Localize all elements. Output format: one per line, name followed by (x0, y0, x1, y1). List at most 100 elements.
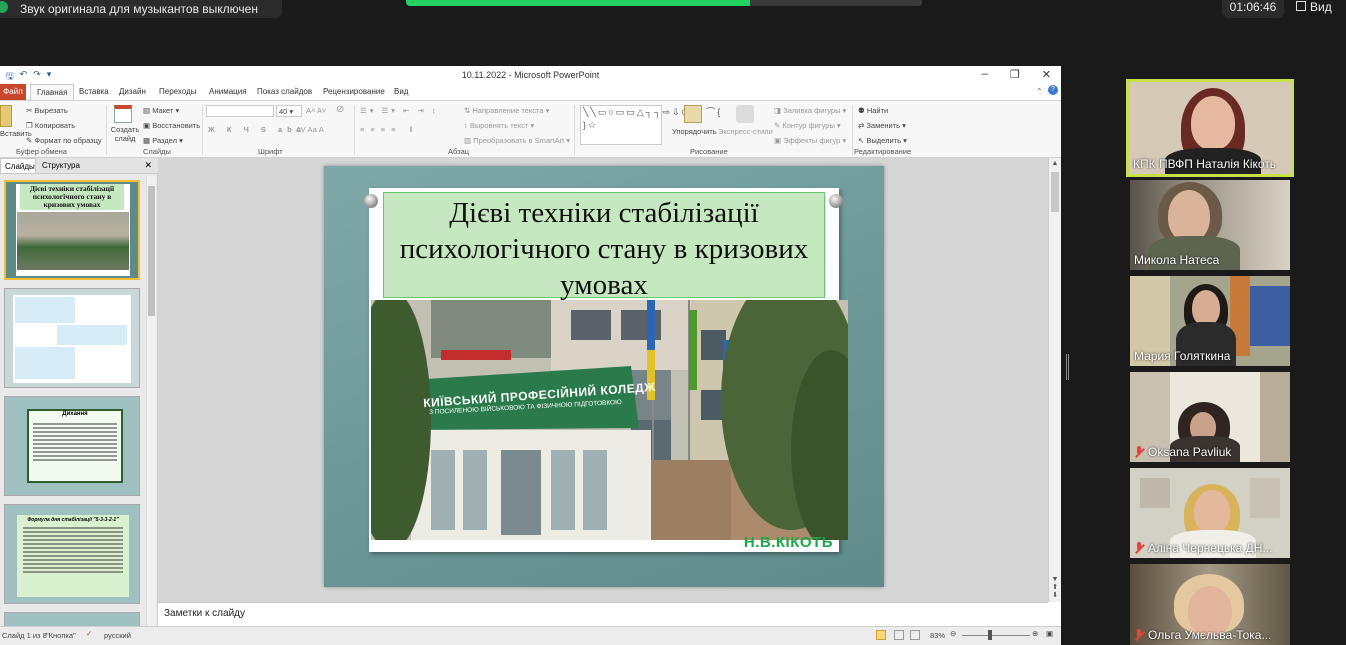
scroll-up-icon[interactable]: ▲ (1049, 160, 1061, 167)
text-direction-label: Направление текста (472, 106, 544, 115)
language[interactable]: русский (104, 631, 131, 640)
align-text-button[interactable]: ↕ Выровнять текст ▾ (464, 121, 534, 130)
meeting-timer: 01:06:46 (1222, 0, 1284, 18)
normal-view-icon[interactable] (876, 630, 886, 640)
panel-tabs: Слайды Структура ✕ (0, 158, 158, 174)
text-direction-button[interactable]: ⇅ Направление текста ▾ (464, 106, 549, 115)
select-button[interactable]: ↖ Выделить ▾ (858, 136, 907, 145)
tab-animation[interactable]: Анимация (209, 87, 247, 96)
smartart-button[interactable]: ▨ Преобразовать в SmartArt ▾ (464, 136, 570, 145)
participant-tile-2[interactable]: Микола Натеса (1130, 180, 1290, 270)
quick-styles-icon[interactable] (736, 105, 754, 123)
ribbon-minimize-icon[interactable]: ⌃ (1036, 87, 1043, 96)
font-group-label: Шрифт (258, 147, 283, 156)
participant-tile-3[interactable]: Мария Голяткина (1130, 276, 1290, 366)
zoom-slider-handle[interactable] (988, 630, 992, 640)
font-size-select[interactable]: 40 ▾ (276, 105, 302, 117)
view-button[interactable]: Вид (1292, 0, 1346, 18)
slide-thumbnail-3[interactable]: Дихання (4, 396, 140, 496)
copy-button[interactable]: ❐ Копировать (26, 121, 75, 130)
layout-button[interactable]: ▤ Макет ▾ (143, 106, 179, 115)
font-family-select[interactable] (206, 105, 274, 117)
participant-tile-5[interactable]: Аліна Чернецька ДН... (1130, 468, 1290, 558)
scroll-down-icons[interactable]: ▼ ⬆ ⬇ (1049, 576, 1061, 600)
slide-thumbnail-4[interactable]: Формула дня стабілізації "5-3-3-2-1" (4, 504, 140, 604)
editor-scroll-thumb[interactable] (1051, 172, 1059, 212)
participant-name: Микола Натеса (1134, 253, 1220, 267)
list-buttons[interactable]: ☰▾ ☰▾ ⇤ ⇥ ↕ (360, 106, 439, 115)
section-label: Раздел (152, 136, 177, 145)
status-bar: Слайд 1 из 8 "Кнопка" ✓ русский 83% ⊖ ⊕ … (0, 626, 1061, 645)
align-buttons[interactable]: ≡≡≡≡ ‖ (360, 125, 419, 134)
zoom-slider[interactable] (962, 635, 1030, 636)
cut-button[interactable]: ✂ Вырезать (26, 106, 68, 115)
paste-icon[interactable] (0, 105, 12, 127)
find-button[interactable]: ⚉ Найти (858, 106, 888, 115)
panel-scrollbar[interactable] (146, 176, 156, 628)
shape-outline-button[interactable]: ✎ Контур фигуры ▾ (774, 121, 841, 130)
slide-editing-area: Дієві техніки стабілізації психологічног… (158, 158, 1048, 602)
zoom-in-icon[interactable]: ⊕ (1032, 629, 1038, 638)
sorter-view-icon[interactable] (894, 630, 904, 640)
smartart-icon: ▨ (464, 136, 472, 145)
reading-view-icon[interactable] (910, 630, 920, 640)
format-painter-button[interactable]: ✎ Формат по образцу (26, 136, 102, 145)
tab-insert[interactable]: Вставка (79, 87, 109, 96)
arrange-icon[interactable] (684, 105, 702, 123)
participant-name-text: Oksana Pavliuk (1148, 445, 1232, 459)
mic-muted-icon (1134, 542, 1144, 554)
slide-thumbnail-2[interactable] (4, 288, 140, 388)
thumb1-title: Дієві техніки стабілізації психологічног… (20, 184, 124, 210)
arrange-button[interactable]: Упорядочить (672, 127, 717, 136)
notes-pane[interactable]: Заметки к слайду (158, 602, 1048, 626)
font-grow-shrink[interactable]: A˄ A˅ (306, 106, 326, 115)
panel-splitter[interactable] (1066, 354, 1069, 380)
theme-name: "Кнопка" (46, 631, 76, 640)
zoom-level[interactable]: 83% (930, 631, 945, 640)
tab-design[interactable]: Дизайн (119, 87, 146, 96)
shape-fill-button[interactable]: ◨ Заливка фигуры ▾ (774, 106, 846, 115)
tab-review[interactable]: Рецензирование (323, 87, 385, 96)
new-slide-button[interactable]: Создать слайд (110, 125, 140, 143)
restore-icon[interactable]: ❐ (1010, 68, 1020, 81)
shape-effects-button[interactable]: ▣ Эффекты фигур ▾ (774, 136, 846, 145)
zoom-out-icon[interactable]: ⊖ (950, 629, 956, 638)
clear-format-icon[interactable]: ⊘ (336, 104, 344, 115)
minimize-icon[interactable]: – (982, 68, 988, 81)
tab-view[interactable]: Вид (394, 87, 408, 96)
layout-icon: ▤ (143, 106, 151, 115)
panel-close-icon[interactable]: ✕ (144, 160, 152, 171)
reset-button[interactable]: ▣ Восстановить (143, 121, 200, 130)
tab-home[interactable]: Главная (30, 84, 75, 100)
quick-styles-button[interactable]: Экспресс-стили (718, 127, 773, 136)
tab-slideshow[interactable]: Показ слайдов (257, 87, 312, 96)
participant-tile-6[interactable]: Ольга Умєльва-Тока... (1130, 564, 1290, 645)
current-slide[interactable]: Дієві техніки стабілізації психологічног… (324, 166, 884, 587)
original-sound-text: Звук оригинала для музыкантов выключен (20, 2, 258, 16)
college-photo: КИЇВСЬКИЙ ПРОФЕСІЙНИЙ КОЛЕДЖ З ПОСИЛЕНОЮ… (371, 300, 848, 540)
shapes-gallery[interactable]: ╲╲▭○▭▭△┐┐⇨⇩⬠╮╮⌒{ }☆ (580, 105, 720, 145)
replace-button[interactable]: ⇄ Заменить ▾ (858, 121, 906, 130)
shape-fill-label: Заливка фигуры (783, 106, 841, 115)
replace-icon: ⇄ (858, 121, 865, 130)
help-icon[interactable]: ? (1048, 85, 1058, 95)
tab-slides[interactable]: Слайды (0, 158, 36, 174)
editor-scrollbar[interactable]: ▲ ▼ ⬆ ⬇ (1048, 158, 1061, 602)
close-icon[interactable]: ✕ (1042, 68, 1051, 81)
font-style-buttons[interactable]: Ж К Ч S abc (208, 125, 306, 134)
tab-transitions[interactable]: Переходы (159, 87, 197, 96)
tab-outline[interactable]: Структура (42, 161, 80, 170)
tab-file[interactable]: Файл (0, 84, 26, 100)
spellcheck-icon[interactable]: ✓ (86, 629, 92, 638)
fit-slide-icon[interactable]: ▣ (1046, 629, 1053, 638)
new-slide-icon[interactable] (114, 105, 132, 123)
slide-title[interactable]: Дієві техніки стабілізації психологічног… (383, 192, 825, 301)
slide-thumbnail-1[interactable]: Дієві техніки стабілізації психологічног… (4, 180, 140, 280)
drawing-group-label: Рисование (690, 147, 728, 156)
font-color-icon[interactable]: AV Аа A (296, 125, 324, 134)
screen-share-bar[interactable] (406, 0, 922, 6)
participant-name-text: Ольга Умєльва-Тока... (1148, 628, 1272, 642)
participant-tile-4[interactable]: Oksana Pavliuk (1130, 372, 1290, 462)
participant-tile-1[interactable]: КПК ПВФП Наталія Кікоть (1126, 79, 1294, 177)
section-button[interactable]: ▦ Раздел ▾ (143, 136, 183, 145)
